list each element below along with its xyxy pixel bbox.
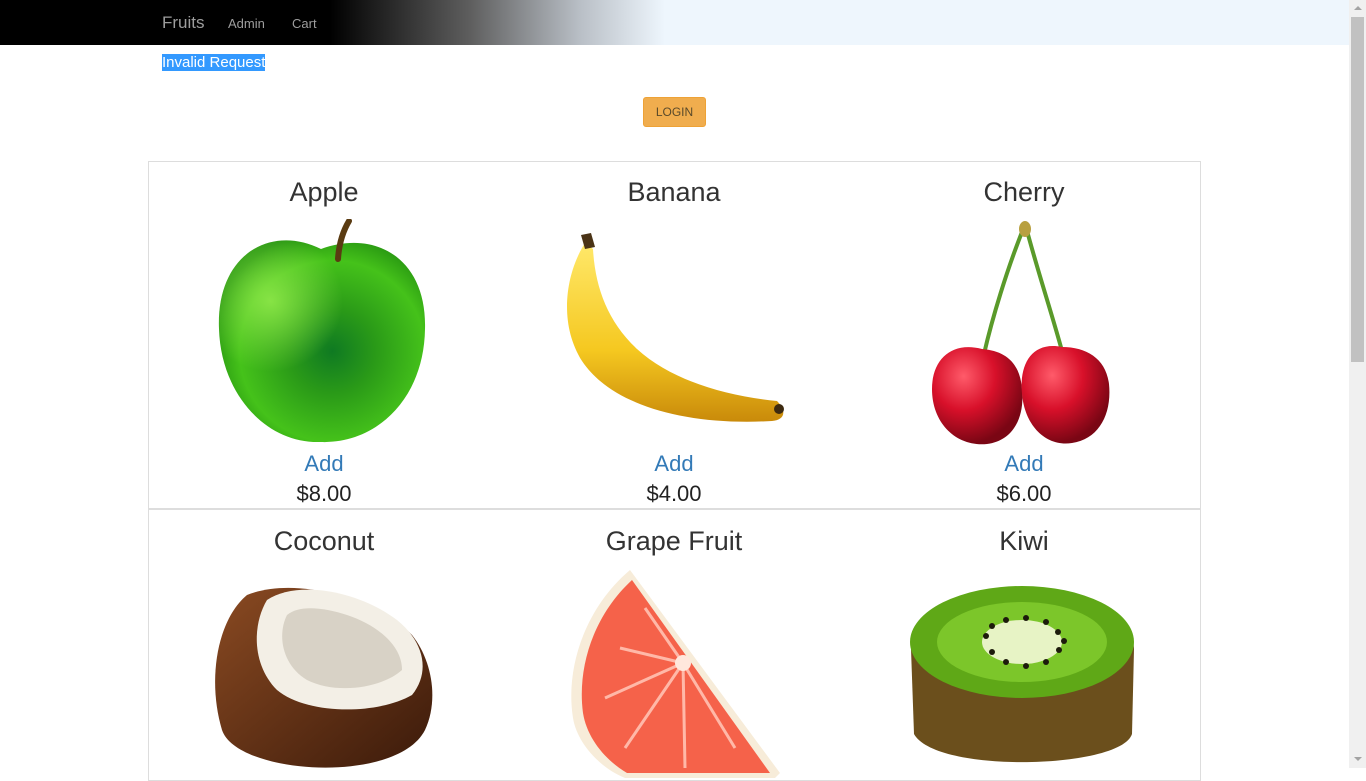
green-apple-image <box>218 219 426 443</box>
product-name: Kiwi <box>999 526 1049 556</box>
product-name: Coconut <box>273 526 375 556</box>
product-card-coconut: Coconut <box>149 510 499 768</box>
scroll-thumb[interactable] <box>1351 17 1364 362</box>
scroll-down-arrow-icon[interactable] <box>1349 751 1366 768</box>
add-to-cart-link[interactable]: Add <box>149 451 499 477</box>
brand-link[interactable]: Fruits <box>162 13 205 33</box>
product-price: $8.00 <box>296 481 352 506</box>
add-to-cart-link[interactable]: Add <box>849 451 1199 477</box>
add-to-cart-link[interactable]: Add <box>499 451 849 477</box>
invalid-request-message: Invalid Request <box>162 54 266 71</box>
nav-admin-link[interactable]: Admin <box>228 16 265 31</box>
coconut-image <box>215 587 433 768</box>
product-price: $4.00 <box>646 481 702 506</box>
product-card-apple: Apple Add $8.00 <box>149 161 499 509</box>
login-button[interactable]: LOGIN <box>643 97 706 127</box>
product-name: Cherry <box>983 177 1065 207</box>
grapefruit-image <box>571 570 780 778</box>
navbar: Fruits Admin Cart <box>0 0 1349 45</box>
product-card-grapefruit: Grape Fruit <box>499 510 849 778</box>
product-name: Grape Fruit <box>605 526 743 556</box>
nav-cart-link[interactable]: Cart <box>292 16 317 31</box>
banana-image <box>567 233 784 422</box>
scroll-up-arrow-icon[interactable] <box>1349 0 1366 17</box>
vertical-scrollbar[interactable] <box>1349 0 1366 768</box>
kiwi-image <box>910 586 1134 763</box>
product-name: Apple <box>289 177 359 207</box>
product-price: $6.00 <box>996 481 1052 506</box>
product-card-kiwi: Kiwi <box>849 510 1199 768</box>
product-name: Banana <box>627 177 721 207</box>
product-card-banana: Banana Add $4.00 <box>499 161 849 509</box>
product-card-cherry: Cherry Add $6.00 <box>849 161 1199 509</box>
cherry-image <box>932 221 1110 445</box>
